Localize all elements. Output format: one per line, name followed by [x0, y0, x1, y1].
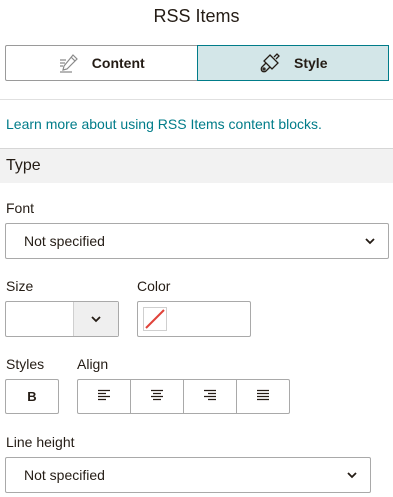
divider	[0, 99, 393, 100]
font-select[interactable]: Not specified	[5, 223, 389, 259]
align-center-icon	[150, 388, 164, 406]
line-height-select-value: Not specified	[24, 467, 105, 483]
size-select[interactable]	[5, 301, 119, 337]
line-height-select[interactable]: Not specified	[5, 457, 371, 493]
align-justify-button[interactable]	[237, 380, 289, 413]
align-left-icon	[97, 388, 111, 406]
size-value	[6, 302, 73, 336]
bold-button[interactable]: B	[5, 379, 59, 414]
chevron-down-icon	[334, 471, 370, 479]
font-label: Font	[6, 200, 35, 216]
font-select-value: Not specified	[24, 233, 105, 249]
align-right-icon	[203, 388, 217, 406]
tab-style[interactable]: Style	[196, 45, 389, 81]
align-right-button[interactable]	[184, 380, 237, 413]
tab-style-label: Style	[294, 55, 328, 71]
help-link[interactable]: Learn more about using RSS Items content…	[6, 116, 322, 132]
color-label: Color	[137, 278, 171, 294]
tab-content[interactable]: Content	[6, 46, 197, 80]
align-label: Align	[77, 356, 109, 372]
styles-label: Styles	[6, 356, 45, 372]
tab-bar: Content Style	[5, 45, 389, 81]
chevron-down-icon	[352, 237, 388, 245]
size-dropdown-button[interactable]	[73, 302, 118, 336]
size-label: Size	[6, 278, 34, 294]
align-button-group	[77, 379, 290, 414]
chevron-down-icon	[91, 310, 101, 328]
align-justify-icon	[256, 388, 270, 406]
no-color-swatch-icon	[143, 307, 167, 331]
panel-title: RSS Items	[153, 6, 240, 26]
line-height-label: Line height	[6, 434, 75, 450]
color-picker[interactable]	[137, 301, 251, 337]
pencil-icon	[58, 52, 80, 74]
align-center-button[interactable]	[131, 380, 184, 413]
section-header-type: Type	[0, 148, 393, 183]
tab-content-label: Content	[91, 55, 145, 71]
align-left-button[interactable]	[78, 380, 131, 413]
paint-brush-icon	[258, 51, 282, 75]
